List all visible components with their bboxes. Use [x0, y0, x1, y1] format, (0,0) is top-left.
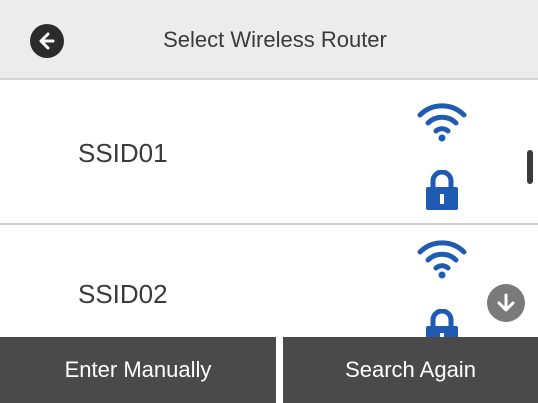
arrow-down-icon	[497, 293, 515, 312]
lock-icon	[426, 170, 458, 210]
enter-manually-button[interactable]: Enter Manually	[0, 337, 276, 403]
network-list: SSID01 SSID02	[0, 80, 538, 337]
ssid-label: SSID01	[78, 138, 168, 168]
ssid-label: SSID02	[78, 279, 168, 309]
page-title: Select Wireless Router	[163, 27, 387, 52]
lock-icon	[426, 309, 458, 337]
network-row[interactable]: SSID02	[0, 225, 538, 337]
network-row[interactable]: SSID01	[0, 80, 538, 225]
header-bar: Select Wireless Router	[0, 0, 538, 80]
search-again-button[interactable]: Search Again	[283, 337, 538, 403]
footer-bar: Enter Manually Search Again	[0, 337, 538, 403]
wifi-icon	[417, 240, 467, 279]
scroll-down-button[interactable]	[487, 284, 525, 322]
wifi-icon	[417, 103, 467, 142]
arrow-left-icon	[39, 32, 55, 50]
back-button[interactable]	[30, 24, 64, 58]
scrollbar-thumb[interactable]	[527, 150, 533, 184]
